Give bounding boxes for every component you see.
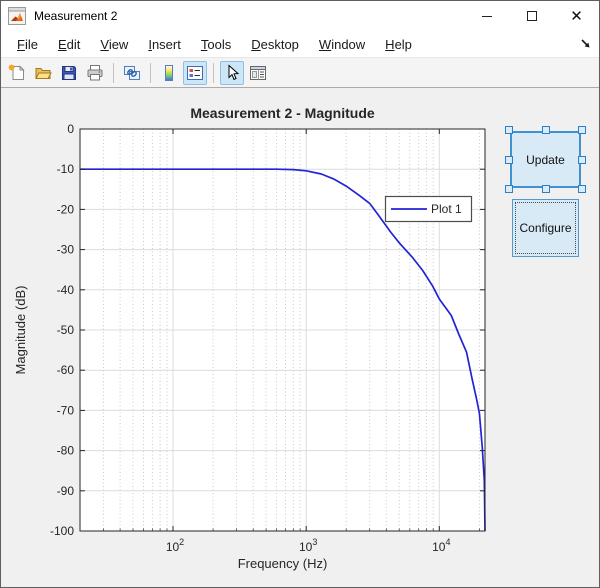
y-tick-label: -90 bbox=[57, 484, 75, 498]
y-axis-label: Magnitude (dB) bbox=[13, 286, 28, 375]
new-figure-button[interactable] bbox=[5, 61, 29, 85]
save-figure-button[interactable] bbox=[57, 61, 81, 85]
x-axis-label: Frequency (Hz) bbox=[238, 556, 328, 571]
insert-colorbar-button[interactable] bbox=[157, 61, 181, 85]
minimize-button[interactable] bbox=[464, 1, 509, 31]
y-tick-label: -20 bbox=[57, 202, 75, 216]
menu-item-desktop[interactable]: Desktop bbox=[241, 33, 309, 56]
insert-legend-button[interactable] bbox=[183, 61, 207, 85]
y-tick-label: -100 bbox=[50, 524, 74, 538]
update-button-selection: Update bbox=[510, 131, 581, 188]
x-tick-label: 103 bbox=[299, 537, 317, 554]
menu-item-edit[interactable]: Edit bbox=[48, 33, 90, 56]
print-figure-button[interactable] bbox=[83, 61, 107, 85]
configure-button[interactable]: Configure bbox=[512, 199, 579, 257]
matlab-logo-icon bbox=[8, 7, 26, 25]
save-icon bbox=[60, 64, 78, 82]
close-icon: ✕ bbox=[570, 9, 583, 24]
link-plot-icon bbox=[123, 64, 141, 82]
selection-handle[interactable] bbox=[578, 156, 586, 164]
y-tick-label: -60 bbox=[57, 363, 75, 377]
y-tick-label: -70 bbox=[57, 403, 75, 417]
menu-item-insert[interactable]: Insert bbox=[138, 33, 191, 56]
link-plot-button[interactable] bbox=[120, 61, 144, 85]
figure-toolbar bbox=[1, 57, 599, 88]
selection-handle[interactable] bbox=[542, 185, 550, 193]
title-bar: Measurement 2 ✕ bbox=[1, 1, 599, 31]
selection-handle[interactable] bbox=[542, 126, 550, 134]
property-editor-icon bbox=[249, 64, 267, 82]
selection-handle[interactable] bbox=[505, 126, 513, 134]
dock-figure-button[interactable] bbox=[579, 37, 593, 51]
legend-icon bbox=[186, 64, 204, 82]
print-icon bbox=[86, 64, 104, 82]
y-tick-label: -30 bbox=[57, 243, 75, 257]
legend-label: Plot 1 bbox=[431, 202, 462, 216]
y-tick-label: -10 bbox=[57, 162, 75, 176]
minimize-icon bbox=[482, 16, 492, 17]
open-folder-icon bbox=[34, 64, 52, 82]
dock-arrow-icon bbox=[579, 37, 593, 51]
toolbar-separator bbox=[213, 63, 214, 83]
maximize-button[interactable] bbox=[509, 1, 554, 31]
window-title: Measurement 2 bbox=[34, 9, 117, 23]
y-tick-label: 0 bbox=[67, 122, 74, 136]
toolbar-separator bbox=[150, 63, 151, 83]
x-tick-label: 102 bbox=[166, 537, 184, 554]
pointer-icon bbox=[223, 64, 241, 82]
selection-handle[interactable] bbox=[578, 126, 586, 134]
selection-handle[interactable] bbox=[505, 185, 513, 193]
close-button[interactable]: ✕ bbox=[554, 1, 599, 31]
open-file-button[interactable] bbox=[31, 61, 55, 85]
colorbar-icon bbox=[160, 64, 178, 82]
y-tick-label: -80 bbox=[57, 444, 75, 458]
menu-item-help[interactable]: Help bbox=[375, 33, 422, 56]
menu-item-tools[interactable]: Tools bbox=[191, 33, 241, 56]
y-tick-label: -40 bbox=[57, 283, 75, 297]
figure-window: Measurement 2 ✕ FileEditViewInsertToolsD… bbox=[0, 0, 600, 588]
menu-item-file[interactable]: File bbox=[7, 33, 48, 56]
chart-title: Measurement 2 - Magnitude bbox=[190, 105, 375, 121]
toolbar-separator bbox=[113, 63, 114, 83]
selection-handle[interactable] bbox=[578, 185, 586, 193]
property-editor-button[interactable] bbox=[246, 61, 270, 85]
x-tick-label: 104 bbox=[432, 537, 450, 554]
maximize-icon bbox=[527, 11, 537, 21]
new-figure-icon bbox=[8, 64, 26, 82]
menu-item-view[interactable]: View bbox=[90, 33, 138, 56]
update-button[interactable]: Update bbox=[510, 131, 581, 188]
y-tick-label: -50 bbox=[57, 323, 75, 337]
menu-bar: FileEditViewInsertToolsDesktopWindowHelp bbox=[1, 31, 599, 57]
menu-item-window[interactable]: Window bbox=[309, 33, 375, 56]
edit-plot-button[interactable] bbox=[220, 61, 244, 85]
figure-canvas: 0 -10 -20 -30 -40 -50 -60 -70 -80 -90 -100 102 103 10… bbox=[1, 88, 599, 587]
selection-handle[interactable] bbox=[505, 156, 513, 164]
